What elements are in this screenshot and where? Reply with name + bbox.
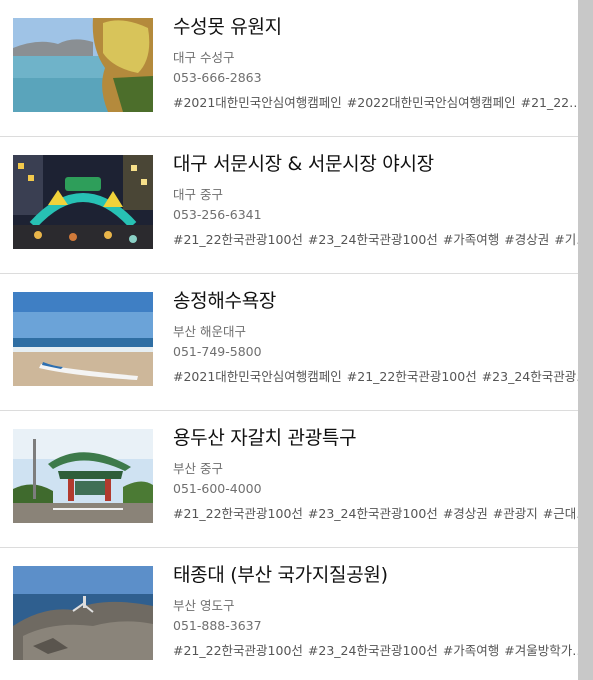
tag[interactable]: #2021대한민국안심여행캠페인 xyxy=(173,369,342,384)
place-phone: 051-749-5800 xyxy=(173,344,262,359)
place-title[interactable]: 대구 서문시장 & 서문시장 야시장 xyxy=(173,151,578,177)
tag[interactable]: #가족여행 xyxy=(443,232,499,247)
place-info: 대구 서문시장 & 서문시장 야시장 대구 중구 053-256-6341 #2… xyxy=(173,151,578,249)
tag[interactable]: #겨울방학가볼... xyxy=(504,643,578,658)
place-phone: 053-666-2863 xyxy=(173,70,262,85)
scrollbar[interactable] xyxy=(578,0,593,680)
tag[interactable]: #가족여행 xyxy=(443,643,499,658)
night-market-photo[interactable] xyxy=(13,155,153,249)
place-title[interactable]: 태종대 (부산 국가지질공원) xyxy=(173,562,578,588)
place-phone: 051-888-3637 xyxy=(173,618,262,633)
tag[interactable]: #경상권 xyxy=(443,506,488,521)
list-item[interactable]: 수성못 유원지 대구 수성구 053-666-2863 #2021대한민국안심여… xyxy=(0,0,578,137)
tag[interactable]: #21_22한국관광100선 xyxy=(173,232,303,247)
place-address: 부산 영도구 xyxy=(173,598,235,613)
tag[interactable]: #기차... xyxy=(554,232,578,247)
tag[interactable]: #21_22한국관광100선 xyxy=(347,369,477,384)
place-info: 수성못 유원지 대구 수성구 053-666-2863 #2021대한민국안심여… xyxy=(173,14,578,112)
tag[interactable]: #23_24한국관광100선 xyxy=(308,506,438,521)
coastal-cliff-photo[interactable] xyxy=(13,566,153,660)
place-title[interactable]: 수성못 유원지 xyxy=(173,14,578,40)
place-tags: #21_22한국관광100선 #23_24한국관광100선 #가족여행 #경상권 #기차… xyxy=(173,231,578,249)
place-tags: #2021대한민국안심여행캠페인 #2022대한민국안심여행캠페인 #21_22한.… xyxy=(173,94,578,112)
place-info: 태종대 (부산 국가지질공원) 부산 영도구 051-888-3637 #21_… xyxy=(173,562,578,660)
place-address: 부산 중구 xyxy=(173,461,223,476)
place-tags: #21_22한국관광100선 #23_24한국관광100선 #가족여행 #겨울방학가볼… xyxy=(173,642,578,660)
tag[interactable]: #관광지 xyxy=(493,506,538,521)
place-tags: #21_22한국관광100선 #23_24한국관광100선 #경상권 #관광지 #근대문… xyxy=(173,505,578,523)
place-tags: #2021대한민국안심여행캠페인 #21_22한국관광100선 #23_24한국관광… xyxy=(173,368,578,386)
place-info: 용두산 자갈치 관광특구 부산 중구 051-600-4000 #21_22한국… xyxy=(173,425,578,523)
place-phone: 051-600-4000 xyxy=(173,481,262,496)
pavilion-photo[interactable] xyxy=(13,429,153,523)
tag[interactable]: #2021대한민국안심여행캠페인 xyxy=(173,95,342,110)
lake-photo[interactable] xyxy=(13,18,153,112)
place-info: 송정해수욕장 부산 해운대구 051-749-5800 #2021대한민국안심여… xyxy=(173,288,578,386)
tag[interactable]: #2022대한민국안심여행캠페인 xyxy=(347,95,516,110)
tag[interactable]: #21_22한국관광100선 xyxy=(173,506,303,521)
tag[interactable]: #21_22한... xyxy=(521,95,578,110)
list-item[interactable]: 송정해수욕장 부산 해운대구 051-749-5800 #2021대한민국안심여… xyxy=(0,274,578,411)
place-address: 대구 수성구 xyxy=(173,50,235,65)
beach-photo[interactable] xyxy=(13,292,153,386)
list-item[interactable]: 대구 서문시장 & 서문시장 야시장 대구 중구 053-256-6341 #2… xyxy=(0,137,578,274)
place-title[interactable]: 송정해수욕장 xyxy=(173,288,578,314)
tag[interactable]: #23_24한국관광1... xyxy=(482,369,578,384)
place-phone: 053-256-6341 xyxy=(173,207,262,222)
list-item[interactable]: 태종대 (부산 국가지질공원) 부산 영도구 051-888-3637 #21_… xyxy=(0,548,578,680)
tag[interactable]: #21_22한국관광100선 xyxy=(173,643,303,658)
list-item[interactable]: 용두산 자갈치 관광특구 부산 중구 051-600-4000 #21_22한국… xyxy=(0,411,578,548)
tag[interactable]: #경상권 xyxy=(504,232,549,247)
place-address: 부산 해운대구 xyxy=(173,324,246,339)
tag[interactable]: #근대문... xyxy=(543,506,578,521)
place-address: 대구 중구 xyxy=(173,187,223,202)
place-list: 수성못 유원지 대구 수성구 053-666-2863 #2021대한민국안심여… xyxy=(0,0,578,680)
tag[interactable]: #23_24한국관광100선 xyxy=(308,643,438,658)
tag[interactable]: #23_24한국관광100선 xyxy=(308,232,438,247)
place-title[interactable]: 용두산 자갈치 관광특구 xyxy=(173,425,578,451)
